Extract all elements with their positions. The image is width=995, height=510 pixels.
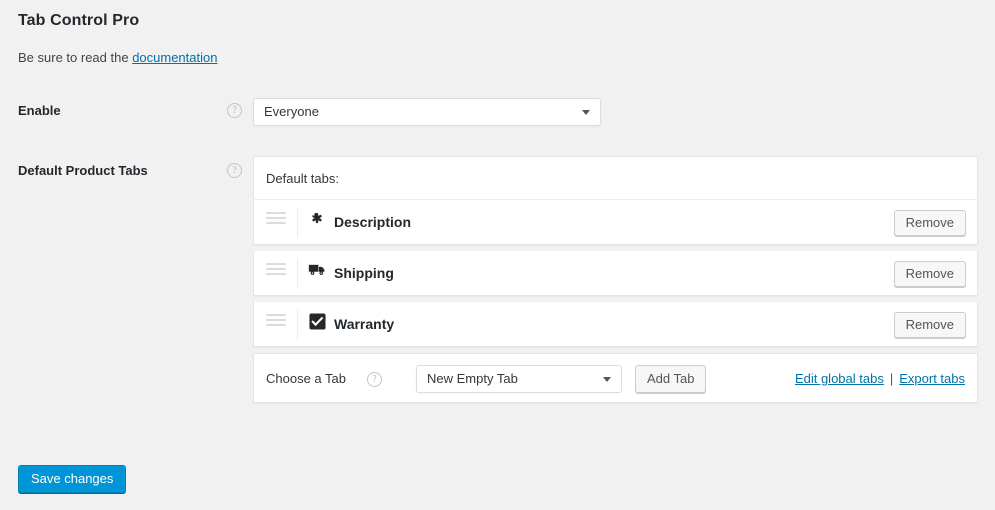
remove-button[interactable]: Remove xyxy=(893,261,966,287)
help-icon[interactable]: ? xyxy=(227,163,242,178)
table-row[interactable]: Warranty Remove xyxy=(253,302,978,347)
tab-name: Warranty xyxy=(334,316,395,332)
drag-handle-icon[interactable] xyxy=(266,263,286,283)
row-divider xyxy=(297,309,298,340)
panel-footer-links: Edit global tabs | Export tabs xyxy=(795,354,965,404)
documentation-hint-text: Be sure to read the xyxy=(18,50,133,65)
panel-heading: Default tabs: xyxy=(253,156,978,200)
add-tab-button[interactable]: Add Tab xyxy=(635,365,707,393)
documentation-link[interactable]: documentation xyxy=(132,50,217,65)
table-row[interactable]: Description Remove xyxy=(253,200,978,245)
chevron-down-icon xyxy=(603,377,611,382)
tab-name: Shipping xyxy=(334,265,394,281)
documentation-hint: Be sure to read the documentation xyxy=(18,50,217,65)
link-separator: | xyxy=(889,371,894,386)
page-title: Tab Control Pro xyxy=(18,12,140,29)
choose-tab-select[interactable]: New Empty Tab xyxy=(416,365,622,393)
chevron-down-icon xyxy=(582,110,590,115)
choose-tab-select-value: New Empty Tab xyxy=(427,371,518,386)
edit-global-tabs-link[interactable]: Edit global tabs xyxy=(795,371,884,386)
row-divider xyxy=(297,207,298,238)
default-product-tabs-label: Default Product Tabs xyxy=(18,163,148,178)
save-changes-button[interactable]: Save changes xyxy=(18,465,127,493)
remove-button[interactable]: Remove xyxy=(893,312,966,338)
tab-name: Description xyxy=(334,214,412,230)
table-row[interactable]: Shipping Remove xyxy=(253,251,978,296)
enable-select[interactable]: Everyone xyxy=(253,98,601,126)
enable-select-value: Everyone xyxy=(264,104,319,119)
remove-button[interactable]: Remove xyxy=(893,210,966,236)
drag-handle-icon[interactable] xyxy=(266,314,286,334)
choose-a-tab-label: Choose a Tab xyxy=(266,371,346,386)
export-tabs-link[interactable]: Export tabs xyxy=(899,371,965,386)
enable-label: Enable xyxy=(18,103,61,118)
row-divider xyxy=(297,258,298,289)
asterisk-icon xyxy=(306,211,328,233)
default-tabs-panel: Default tabs: Description Remove Shippin… xyxy=(253,156,978,403)
drag-handle-icon[interactable] xyxy=(266,212,286,232)
checkbox-checked-icon xyxy=(306,313,328,335)
help-icon[interactable]: ? xyxy=(227,103,242,118)
panel-footer: Choose a Tab ? New Empty Tab Add Tab Edi… xyxy=(253,353,978,403)
help-icon[interactable]: ? xyxy=(367,372,382,387)
truck-icon xyxy=(306,262,328,284)
